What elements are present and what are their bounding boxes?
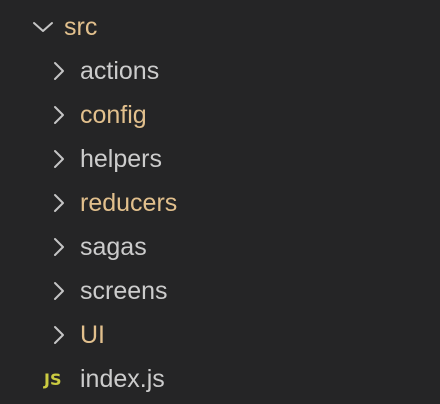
- folder-ui[interactable]: UI: [0, 313, 440, 357]
- javascript-file-icon: JS: [44, 369, 62, 389]
- folder-sagas[interactable]: sagas: [0, 225, 440, 269]
- chevron-right-icon[interactable]: [50, 150, 68, 168]
- folder-label-helpers: helpers: [80, 145, 162, 173]
- folder-helpers[interactable]: helpers: [0, 137, 440, 181]
- file-explorer-tree: src actions config helpers reducers saga…: [0, 0, 440, 404]
- file-index-js[interactable]: JS index.js: [0, 357, 440, 401]
- file-label-index-js: index.js: [80, 365, 165, 393]
- folder-src[interactable]: src: [0, 5, 440, 49]
- folder-label-actions: actions: [80, 57, 160, 85]
- folder-actions[interactable]: actions: [0, 49, 440, 93]
- folder-label-reducers: reducers: [80, 189, 178, 217]
- chevron-down-icon[interactable]: [32, 18, 54, 36]
- folder-reducers[interactable]: reducers: [0, 181, 440, 225]
- chevron-right-icon[interactable]: [50, 238, 68, 256]
- folder-screens[interactable]: screens: [0, 269, 440, 313]
- chevron-right-icon[interactable]: [50, 194, 68, 212]
- chevron-right-icon[interactable]: [50, 106, 68, 124]
- folder-label-ui: UI: [80, 321, 105, 349]
- folder-config[interactable]: config: [0, 93, 440, 137]
- folder-label-src: src: [64, 13, 98, 41]
- chevron-right-icon[interactable]: [50, 326, 68, 344]
- folder-label-config: config: [80, 101, 147, 129]
- chevron-right-icon[interactable]: [50, 62, 68, 80]
- chevron-right-icon[interactable]: [50, 282, 68, 300]
- folder-label-sagas: sagas: [80, 233, 147, 261]
- folder-label-screens: screens: [80, 277, 168, 305]
